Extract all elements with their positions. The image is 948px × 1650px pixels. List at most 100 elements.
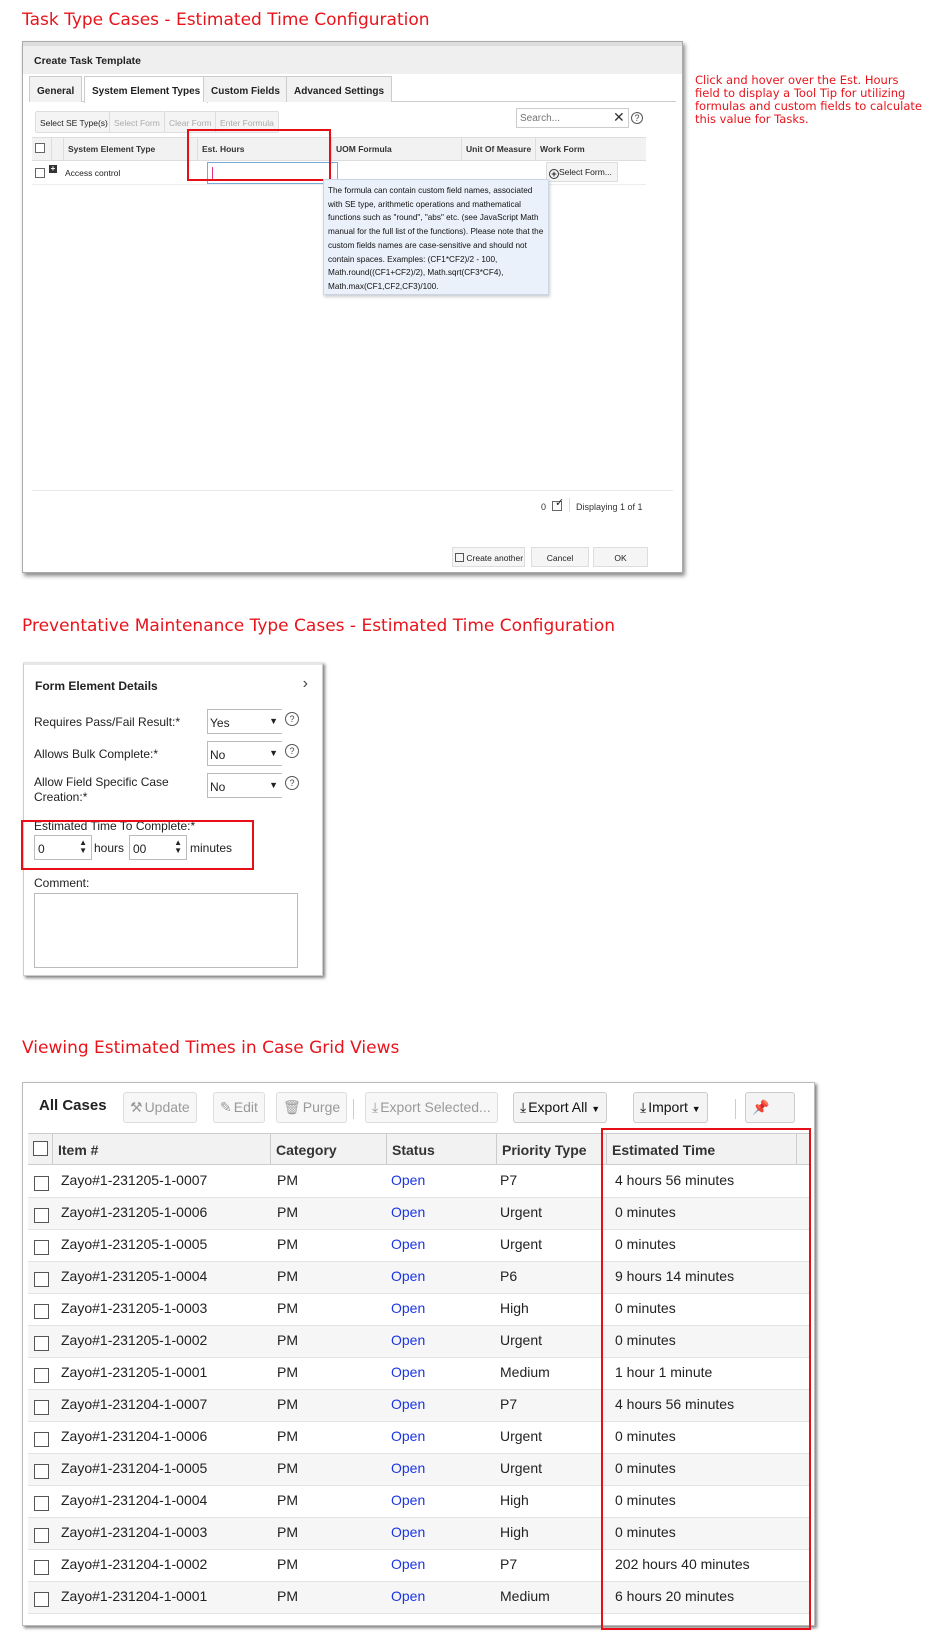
help-icon[interactable]: ? (285, 712, 299, 726)
status-link[interactable]: Open (391, 1204, 425, 1220)
edit-icon: ✎ (220, 1099, 232, 1115)
checkmark-icon: ✓ (555, 497, 565, 509)
clear-search-icon[interactable]: ✕ (613, 109, 625, 126)
requires-pass-fail-label: Requires Pass/Fail Result:* (34, 715, 181, 729)
category-cell: PM (277, 1492, 298, 1508)
allow-field-specific-select[interactable]: No ▼ (207, 773, 282, 798)
row-checkbox[interactable] (35, 168, 45, 178)
tab-general[interactable]: General (29, 76, 83, 102)
status-link[interactable]: Open (391, 1396, 425, 1412)
row-checkbox[interactable] (34, 1208, 49, 1223)
import-button[interactable]: ⤓ Import ▼ (633, 1092, 708, 1123)
allows-bulk-complete-select[interactable]: No ▼ (207, 741, 282, 766)
column-item[interactable]: Item # (53, 1134, 271, 1165)
item-cell: Zayo#1-231205-1-0006 (61, 1204, 208, 1220)
row-checkbox[interactable] (34, 1368, 49, 1383)
status-link[interactable]: Open (391, 1236, 425, 1252)
row-checkbox[interactable] (34, 1592, 49, 1607)
grid-section-title: Viewing Estimated Times in Case Grid Vie… (22, 1038, 400, 1058)
column-priority-type[interactable]: Priority Type (497, 1134, 607, 1165)
highlight-box-estimated-time (21, 820, 254, 870)
requires-pass-fail-value: Yes (210, 716, 230, 730)
help-icon[interactable]: ? (285, 744, 299, 758)
row-checkbox[interactable] (34, 1528, 49, 1543)
export-all-button[interactable]: ⤓ Export All ▼ (513, 1092, 608, 1123)
select-all-cell (32, 138, 52, 161)
update-button[interactable]: ⚒ Update (123, 1092, 197, 1123)
row-checkbox[interactable] (34, 1496, 49, 1511)
grid-title: All Cases (39, 1097, 107, 1114)
row-checkbox[interactable] (34, 1240, 49, 1255)
select-form-label: Select Form... (559, 167, 612, 177)
select-all-checkbox[interactable] (33, 1141, 48, 1156)
select-all-checkbox[interactable] (35, 143, 45, 153)
expander-column (52, 138, 64, 161)
category-cell: PM (277, 1236, 298, 1252)
cancel-button[interactable]: Cancel (531, 547, 589, 567)
purge-button[interactable]: 🗑 Purge (276, 1092, 348, 1123)
status-link[interactable]: Open (391, 1588, 425, 1604)
chevron-down-icon: ▼ (691, 1104, 701, 1114)
status-link[interactable]: Open (391, 1524, 425, 1540)
export-all-label: Export All (528, 1099, 588, 1115)
priority-cell: P7 (500, 1172, 518, 1188)
dialog-tabs: General System Element Types Custom Fiel… (29, 76, 676, 103)
item-cell: Zayo#1-231204-1-0006 (61, 1428, 208, 1444)
purge-label: Purge (302, 1099, 341, 1115)
edit-button[interactable]: ✎ Edit (213, 1092, 265, 1123)
column-uom-formula[interactable]: UOM Formula (332, 138, 462, 161)
create-another-checkbox[interactable] (455, 553, 464, 562)
row-checkbox[interactable] (34, 1432, 49, 1447)
column-unit-of-measure[interactable]: Unit Of Measure (462, 138, 536, 161)
tab-advanced-settings[interactable]: Advanced Settings (286, 76, 393, 102)
footer-separator (569, 498, 570, 512)
item-cell: Zayo#1-231205-1-0004 (61, 1268, 208, 1284)
priority-cell: Urgent (500, 1460, 543, 1476)
expand-plus-icon[interactable]: + (49, 165, 57, 173)
help-icon[interactable]: ? (285, 776, 299, 790)
column-work-form[interactable]: Work Form (536, 138, 646, 161)
chevron-right-icon[interactable]: › (303, 675, 308, 693)
select-form-row-button[interactable]: + Select Form... (546, 162, 618, 182)
help-icon[interactable]: ? (631, 112, 643, 124)
select-form-button[interactable]: Select Form (109, 111, 165, 133)
create-task-template-dialog: Create Task Template General System Elem… (22, 41, 683, 573)
tab-custom-fields[interactable]: Custom Fields (203, 76, 288, 102)
row-checkbox[interactable] (34, 1464, 49, 1479)
export-icon: ⤓ (372, 1099, 379, 1115)
requires-pass-fail-select[interactable]: Yes ▼ (207, 709, 282, 734)
priority-cell: High (500, 1300, 529, 1316)
category-cell: PM (277, 1396, 298, 1412)
status-link[interactable]: Open (391, 1172, 425, 1188)
category-cell: PM (277, 1332, 298, 1348)
tab-system-element-types[interactable]: System Element Types (84, 76, 209, 103)
row-checkbox[interactable] (34, 1400, 49, 1415)
comment-textarea[interactable] (34, 893, 298, 968)
row-checkbox[interactable] (34, 1304, 49, 1319)
row-checkbox[interactable] (34, 1560, 49, 1575)
formula-tooltip: The formula can contain custom field nam… (323, 179, 549, 295)
column-system-element-type[interactable]: System Element Type (64, 138, 198, 161)
status-link[interactable]: Open (391, 1300, 425, 1316)
status-link[interactable]: Open (391, 1364, 425, 1380)
select-se-types-button[interactable]: Select SE Type(s) (35, 111, 113, 133)
allows-bulk-complete-value: No (210, 748, 226, 762)
status-link[interactable]: Open (391, 1556, 425, 1572)
column-status[interactable]: Status (387, 1134, 497, 1165)
dialog-title: Create Task Template (23, 46, 682, 74)
pin-button[interactable]: 📌 (745, 1092, 795, 1123)
ok-button[interactable]: OK (593, 547, 648, 567)
status-link[interactable]: Open (391, 1492, 425, 1508)
status-link[interactable]: Open (391, 1428, 425, 1444)
export-selected-button[interactable]: ⤓ Export Selected... (365, 1092, 498, 1123)
row-checkbox[interactable] (34, 1176, 49, 1191)
status-link[interactable]: Open (391, 1332, 425, 1348)
priority-cell: P6 (500, 1268, 518, 1284)
row-checkbox[interactable] (34, 1272, 49, 1287)
status-link[interactable]: Open (391, 1268, 425, 1284)
status-link[interactable]: Open (391, 1460, 425, 1476)
create-another-toggle[interactable]: Create another (452, 547, 525, 567)
update-label: Update (144, 1099, 190, 1115)
row-checkbox[interactable] (34, 1336, 49, 1351)
column-category[interactable]: Category (271, 1134, 387, 1165)
